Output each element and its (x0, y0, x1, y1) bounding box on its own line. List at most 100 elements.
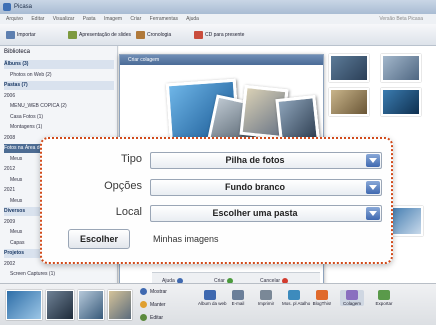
import-label: Importar (17, 32, 36, 38)
library-group[interactable]: Pastas (7) (4, 81, 114, 90)
blog-icon (316, 290, 328, 300)
slideshow-label: Apresentação de slides (79, 32, 131, 38)
library-group[interactable]: Álbuns (3) (4, 60, 114, 69)
collage-options-callout: Tipo Pilha de fotos Opções Fundo branco … (40, 137, 393, 264)
tray-photo[interactable] (78, 290, 104, 320)
edit-label: Editar (150, 314, 164, 321)
chevron-down-icon[interactable] (366, 207, 380, 220)
print-button[interactable]: Imprimir (254, 290, 278, 306)
window-title: Picasa (14, 4, 33, 10)
email-button[interactable]: E-mail (226, 290, 250, 306)
menu-item-imagem[interactable]: Imagem (104, 16, 122, 22)
library-folder[interactable]: Meus (10, 197, 22, 206)
library-folder[interactable]: Meus (10, 155, 22, 164)
library-folder[interactable]: Casa Fotos (1) (10, 113, 43, 122)
window-titlebar: Picasa (0, 0, 436, 14)
tray-photo[interactable] (6, 290, 42, 320)
blogthis-button[interactable]: BlogThis! (310, 290, 334, 306)
timeline-icon (136, 30, 145, 39)
collage-dialog-title: Criar colagem (120, 55, 323, 65)
timeline-button[interactable]: Cronologia (136, 28, 171, 42)
export-icon (378, 290, 390, 300)
library-folder[interactable]: MENU_WEB COPICA (2) (10, 102, 67, 111)
show-option[interactable]: Mostrar (140, 288, 167, 295)
show-label: Mostrar (150, 288, 167, 295)
type-label: Tipo (121, 153, 142, 165)
photo-thumbnail[interactable] (381, 54, 421, 82)
menu-item-visualizar[interactable]: Visualizar (53, 16, 75, 22)
photo-thumbnail[interactable] (329, 54, 369, 82)
library-year[interactable]: 2002 (4, 260, 15, 269)
export-button[interactable]: Exportar (372, 290, 396, 306)
blogthis-label: BlogThis! (312, 301, 332, 306)
tray-photo[interactable] (46, 290, 74, 320)
slideshow-icon (68, 30, 77, 39)
shortcut-button[interactable]: Mos. pl Atalho (282, 290, 310, 306)
library-folder[interactable]: Meus (10, 228, 22, 237)
collage-label: Colagem (342, 301, 361, 306)
library-folder[interactable]: Capas (10, 239, 24, 248)
chosen-folder-path: Minhas imagens (153, 234, 219, 244)
menu-item-pasta[interactable]: Pasta (83, 16, 96, 22)
toolbar: Importar Apresentação de slides Cronolog… (0, 24, 436, 46)
location-select[interactable]: Escolher uma pasta (150, 205, 382, 222)
email-icon (232, 290, 244, 300)
library-year[interactable]: 2008 (4, 134, 15, 143)
import-button[interactable]: Importar (6, 28, 36, 42)
menu-item-arquivo[interactable]: Arquivo (6, 16, 23, 22)
show-icon (140, 288, 147, 295)
timeline-label: Cronologia (147, 32, 172, 38)
collage-button[interactable]: Colagem (340, 290, 364, 306)
web-album-label: Album da web (198, 301, 227, 306)
options-value: Fundo branco (225, 182, 285, 192)
library-folder[interactable]: Montagens (1) (10, 123, 42, 132)
cd-icon (194, 30, 203, 39)
version-label: Versão Beta Picasa (379, 16, 423, 22)
edit-icon (140, 314, 147, 321)
photo-thumbnail[interactable] (329, 88, 369, 116)
edit-option[interactable]: Editar (140, 314, 163, 321)
type-value: Pilha de fotos (225, 155, 285, 165)
library-folder[interactable]: Photos on Web (2) (10, 71, 52, 80)
shortcut-icon (288, 290, 300, 300)
tray-photo[interactable] (108, 290, 132, 320)
keep-option[interactable]: Manter (140, 301, 166, 308)
type-select[interactable]: Pilha de fotos (150, 152, 382, 169)
import-icon (6, 30, 15, 39)
keep-icon (140, 301, 147, 308)
options-select[interactable]: Fundo branco (150, 179, 382, 196)
slideshow-button[interactable]: Apresentação de slides (68, 28, 131, 42)
menu-item-ajuda[interactable]: Ajuda (186, 16, 199, 22)
web-album-icon (204, 290, 216, 300)
email-label: E-mail (231, 301, 245, 306)
menu-item-editar[interactable]: Editar (31, 16, 44, 22)
library-year[interactable]: 2009 (4, 218, 15, 227)
photo-thumbnail[interactable] (381, 88, 421, 116)
gift-cd-button[interactable]: CD para presente (194, 28, 244, 42)
gift-cd-label: CD para presente (205, 32, 245, 38)
menu-bar: Arquivo Editar Visualizar Pasta Imagem C… (0, 14, 436, 24)
library-year[interactable]: 2006 (4, 92, 15, 101)
location-value: Escolher uma pasta (212, 208, 298, 218)
library-folder[interactable]: Meus (10, 176, 22, 185)
print-label: Imprimir (257, 301, 275, 306)
chevron-down-icon[interactable] (366, 154, 380, 167)
library-year[interactable]: 2021 (4, 186, 15, 195)
options-label: Opções (104, 180, 142, 192)
library-year[interactable]: 2012 (4, 165, 15, 174)
library-folder[interactable]: Screen Captures (1) (10, 270, 55, 279)
menu-item-criar[interactable]: Criar (130, 16, 141, 22)
chevron-down-icon[interactable] (366, 181, 380, 194)
app-icon (3, 3, 11, 11)
menu-item-ferramentas[interactable]: Ferramentas (150, 16, 178, 22)
choose-button[interactable]: Escolher (68, 229, 130, 249)
collage-icon (346, 290, 358, 300)
photo-tray: Mostrar Manter Editar Album da web E-mai… (0, 283, 436, 325)
export-label: Exportar (375, 301, 393, 306)
web-album-button[interactable]: Album da web (198, 290, 227, 306)
print-icon (260, 290, 272, 300)
shortcut-label: Mos. pl Atalho (282, 301, 311, 306)
library-title: Biblioteca (4, 49, 31, 55)
location-label: Local (115, 206, 142, 218)
keep-label: Manter (150, 301, 166, 308)
